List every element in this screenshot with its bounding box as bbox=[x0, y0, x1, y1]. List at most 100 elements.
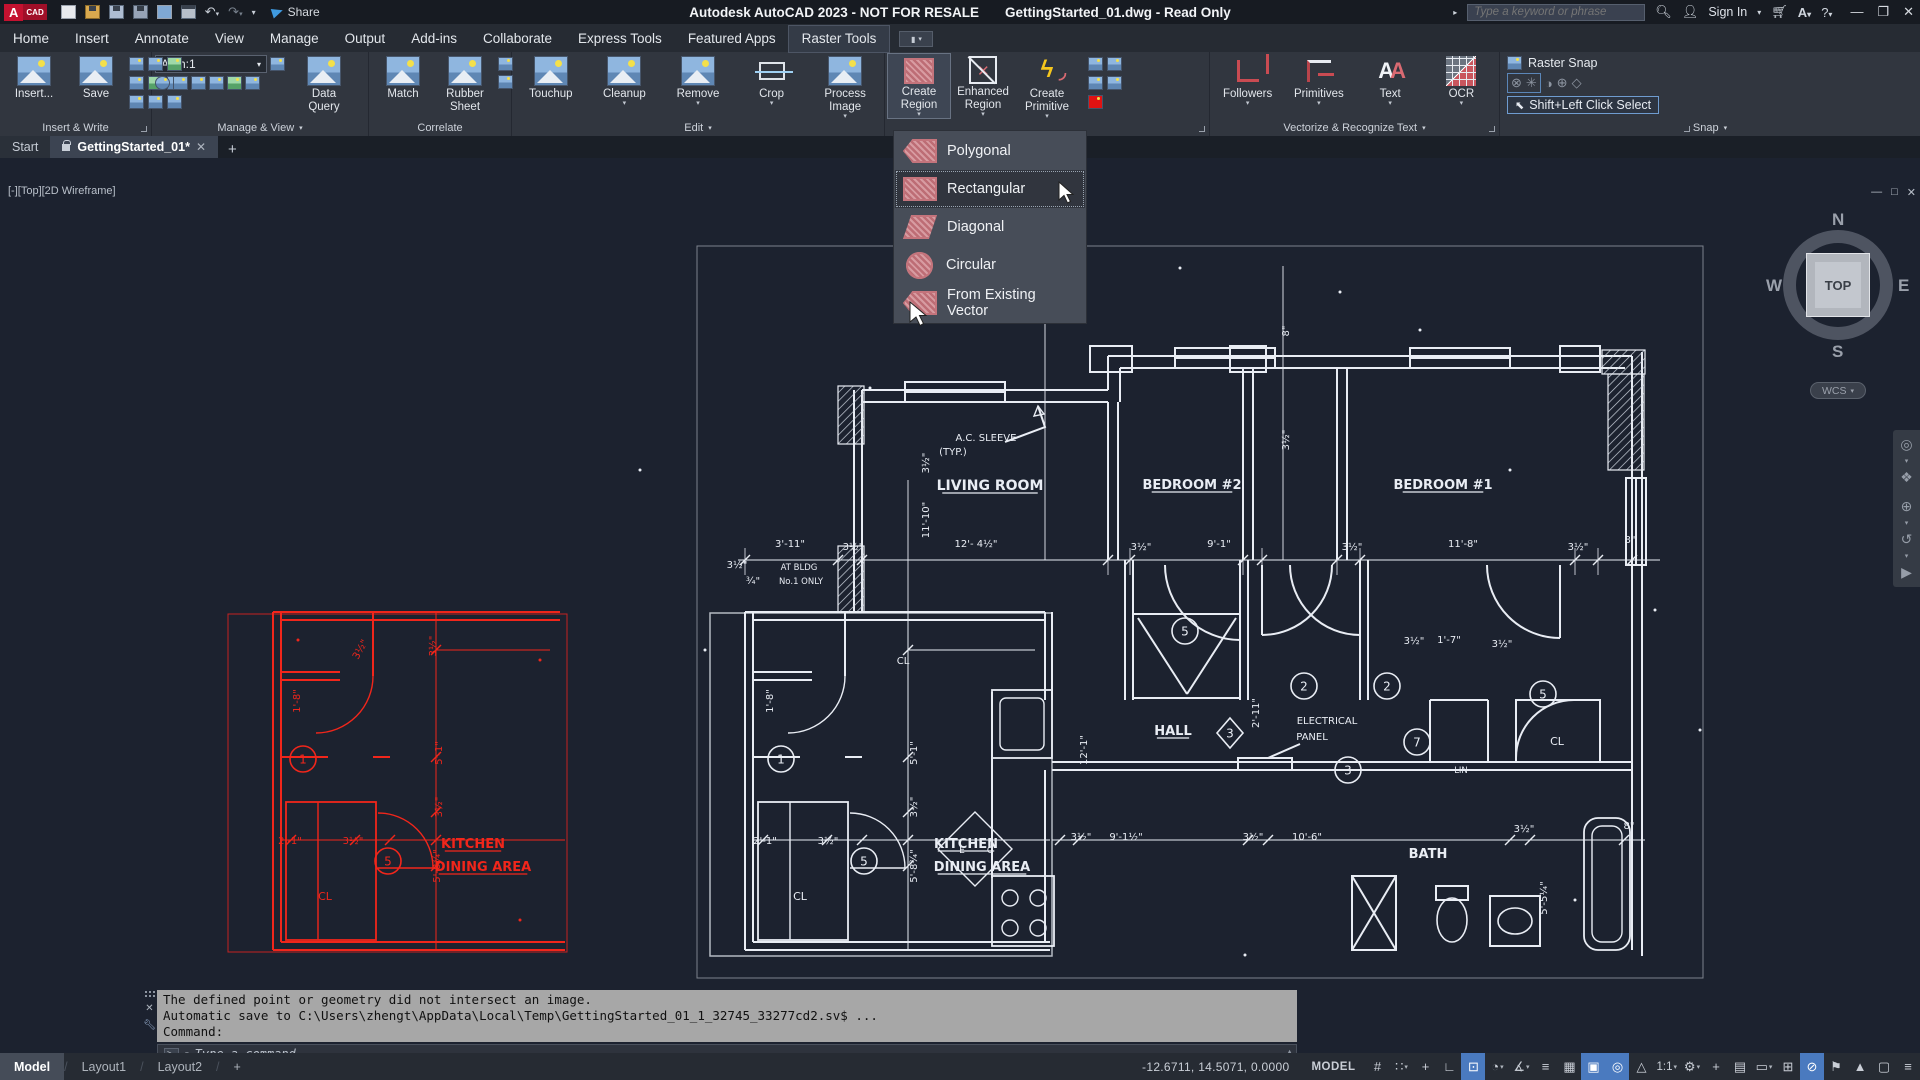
status-autoscale[interactable]: △ bbox=[1629, 1053, 1653, 1080]
layout-tab-model[interactable]: Model bbox=[0, 1053, 64, 1080]
menu-tab-manage[interactable]: Manage bbox=[257, 26, 332, 52]
sign-in-button[interactable]: Sign In bbox=[1708, 5, 1747, 19]
status-clean-screen[interactable]: ▢ bbox=[1872, 1053, 1896, 1080]
status-image-frame[interactable]: ▲ bbox=[1848, 1053, 1872, 1080]
status-object-snap-tracking[interactable]: ∡▾ bbox=[1509, 1053, 1533, 1080]
navigation-bar[interactable]: ◎▾ ❖ ⊕▾ ↺▾ ▶ bbox=[1893, 430, 1920, 587]
rubber-sheet-button[interactable]: Rubber Sheet bbox=[434, 54, 496, 114]
command-customize-icon[interactable]: 🔧︎ bbox=[143, 1020, 156, 1031]
app-store-icon[interactable]: 🛒︎ bbox=[1771, 4, 1788, 20]
menu-item-rectangular[interactable]: Rectangular bbox=[895, 170, 1085, 208]
close-button[interactable]: ✕ bbox=[1903, 4, 1914, 20]
status-object-snap[interactable]: ⊡ bbox=[1461, 1053, 1485, 1080]
followers-button[interactable]: Followers▾ bbox=[1217, 54, 1279, 107]
viewcube-south[interactable]: S bbox=[1832, 342, 1843, 362]
menu-tab-home[interactable]: Home bbox=[0, 26, 62, 52]
menu-tab-annotate[interactable]: Annotate bbox=[122, 26, 202, 52]
save-to-mobile-icon[interactable] bbox=[157, 5, 172, 19]
status-annotation-scale[interactable]: 1:1▾ bbox=[1653, 1053, 1680, 1080]
ocr-button[interactable]: OCR▾ bbox=[1430, 54, 1492, 107]
open-file-icon[interactable] bbox=[85, 5, 100, 19]
status-annotation-visibility[interactable]: ◎ bbox=[1605, 1053, 1629, 1080]
viewcube-west[interactable]: W bbox=[1766, 276, 1782, 296]
status-polar-tracking[interactable]: ◔▾ bbox=[1485, 1053, 1509, 1080]
customize-qat-icon[interactable]: ▾ bbox=[252, 8, 256, 17]
autodesk-app-icon[interactable]: A▾ bbox=[1798, 5, 1811, 20]
viewcube-east[interactable]: E bbox=[1898, 276, 1909, 296]
status-annotation-monitor[interactable]: ▤ bbox=[1728, 1053, 1752, 1080]
autocad-logo-icon[interactable]: ACAD bbox=[4, 2, 47, 22]
create-region-button[interactable]: Create Region▾ bbox=[888, 54, 950, 118]
process-image-button[interactable]: Process Image▾ bbox=[814, 54, 876, 120]
status-transparency[interactable]: ▦ bbox=[1557, 1053, 1581, 1080]
undo-icon[interactable]: ↶▾ bbox=[205, 4, 219, 20]
move-icon[interactable] bbox=[498, 57, 513, 71]
help-expand-icon[interactable]: ▸ bbox=[1453, 8, 1457, 17]
image-manager-icon[interactable] bbox=[270, 57, 285, 71]
layout-tab--[interactable]: + bbox=[220, 1053, 255, 1080]
status-snap-mode[interactable]: ∷▾ bbox=[1389, 1053, 1413, 1080]
status-ortho-mode[interactable]: ∟ bbox=[1437, 1053, 1461, 1080]
search-input[interactable] bbox=[1467, 4, 1645, 21]
status-graphics-performance[interactable]: ⚑ bbox=[1824, 1053, 1848, 1080]
panel-footer-snap[interactable]: Snap▾ bbox=[1500, 120, 1920, 136]
save-as-icon[interactable] bbox=[133, 5, 148, 19]
command-grip-handle[interactable] bbox=[145, 991, 155, 997]
panel-footer-edit[interactable]: Edit▾ bbox=[512, 120, 884, 136]
viewcube-top-face[interactable]: TOP bbox=[1806, 253, 1870, 317]
help-icon[interactable]: ?▾ bbox=[1821, 5, 1832, 20]
sign-in-dropdown-icon[interactable]: ▾ bbox=[1757, 8, 1761, 17]
text-button[interactable]: AText▾ bbox=[1359, 54, 1421, 107]
panel-launcher-icon[interactable] bbox=[1489, 126, 1495, 132]
shift-left-click-select-button[interactable]: ⬉ Shift+Left Click Select bbox=[1507, 96, 1659, 114]
viewport-controls[interactable]: [-][Top][2D Wireframe] bbox=[8, 185, 116, 197]
new-drawing-tab-button[interactable]: + bbox=[218, 141, 247, 158]
pan-icon[interactable]: ❖ bbox=[1900, 469, 1913, 486]
enhanced-region-button[interactable]: Enhanced Region▾ bbox=[952, 54, 1014, 118]
save-button[interactable]: Save bbox=[65, 54, 127, 101]
menu-tab-view[interactable]: View bbox=[202, 26, 257, 52]
status-selection-cycling[interactable]: ▣ bbox=[1581, 1053, 1605, 1080]
plot-icon[interactable] bbox=[181, 5, 196, 19]
scale-icon[interactable] bbox=[498, 75, 513, 89]
status-customization[interactable]: ≡ bbox=[1896, 1053, 1920, 1080]
status-workspace-switching[interactable]: ⚙▾ bbox=[1680, 1053, 1704, 1080]
insert--button[interactable]: Insert... bbox=[3, 54, 65, 101]
status-isolate-objects[interactable]: ⊘ bbox=[1800, 1053, 1824, 1080]
panel-launcher-icon[interactable] bbox=[1684, 126, 1690, 132]
primitives-button[interactable]: Primitives▾ bbox=[1288, 54, 1350, 107]
status-display-lock[interactable]: ▭▾ bbox=[1752, 1053, 1776, 1080]
tab-document[interactable]: GettingStarted_01* ✕ bbox=[50, 136, 218, 158]
search-icon[interactable]: 🔍︎ bbox=[1655, 4, 1672, 20]
menu-tab-add-ins[interactable]: Add-ins bbox=[398, 26, 470, 52]
zoom-extents-icon[interactable]: ⊕ bbox=[1901, 498, 1913, 515]
status-lineweight[interactable]: ≡ bbox=[1533, 1053, 1557, 1080]
orbit-icon[interactable]: ↺ bbox=[1901, 531, 1913, 548]
model-space-button[interactable]: MODEL bbox=[1301, 1061, 1365, 1073]
menu-item-polygonal[interactable]: Polygonal bbox=[895, 132, 1085, 170]
tab-start[interactable]: Start bbox=[0, 136, 50, 158]
create-primitive-button[interactable]: ϟCreate Primitive▾ bbox=[1016, 54, 1078, 120]
view-cube[interactable]: N W E S TOP WCS▾ bbox=[1768, 210, 1908, 410]
crop-button[interactable]: Crop▾ bbox=[741, 54, 803, 107]
show-motion-icon[interactable]: ▶ bbox=[1901, 564, 1912, 581]
restore-button[interactable]: ❐ bbox=[1877, 4, 1889, 20]
viewcube-north[interactable]: N bbox=[1832, 210, 1844, 230]
menu-tab-raster-tools[interactable]: Raster Tools bbox=[789, 26, 890, 52]
panel-footer-correlate[interactable]: Correlate bbox=[369, 120, 511, 136]
navigation-wheel-icon[interactable]: ◎ bbox=[1900, 436, 1912, 453]
status-grid-display[interactable]: # bbox=[1365, 1053, 1389, 1080]
region-small-buttons[interactable] bbox=[1088, 57, 1123, 111]
save-icon[interactable] bbox=[109, 5, 124, 19]
status-quick-properties[interactable]: ⊞ bbox=[1776, 1053, 1800, 1080]
menu-tab-featured-apps[interactable]: Featured Apps bbox=[675, 26, 789, 52]
layout-tab-layout2[interactable]: Layout2 bbox=[144, 1053, 216, 1080]
raster-snap-modes[interactable]: ⊗✳ ◑⊕◇ bbox=[1507, 73, 1659, 93]
minimize-button[interactable]: — bbox=[1850, 4, 1863, 20]
menu-tab-collaborate[interactable]: Collaborate bbox=[470, 26, 565, 52]
ribbon-display-toggle[interactable]: ▮▾ bbox=[899, 31, 933, 47]
menu-tab-express-tools[interactable]: Express Tools bbox=[565, 26, 675, 52]
panel-footer-insert-write[interactable]: Insert & Write bbox=[0, 120, 151, 136]
data-query-button[interactable]: Data Query bbox=[293, 54, 355, 114]
command-close-icon[interactable]: ✕ bbox=[145, 1003, 153, 1014]
